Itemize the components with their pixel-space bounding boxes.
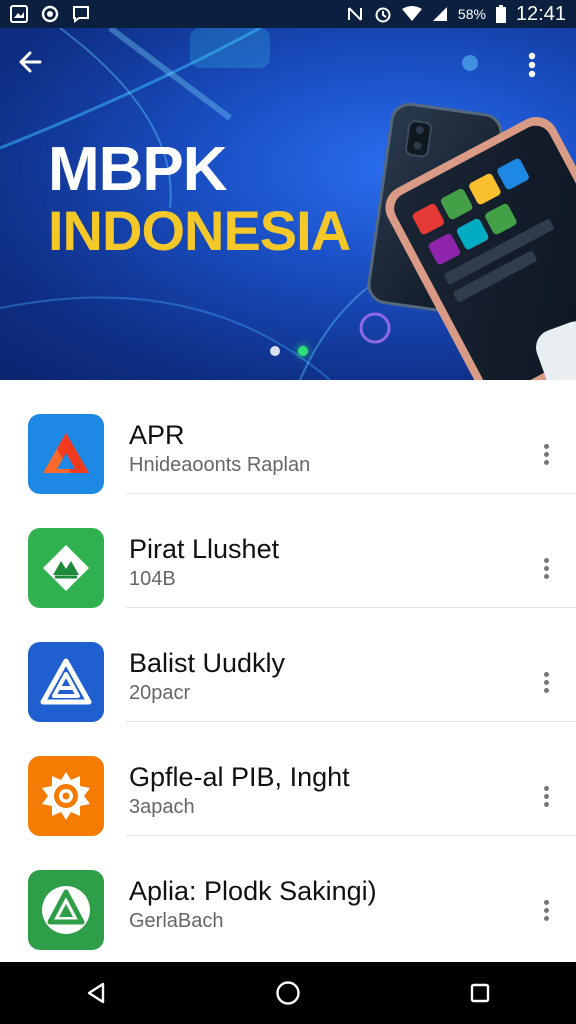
app-name: APR <box>129 420 185 450</box>
recents-square-icon <box>470 983 490 1003</box>
app-name: Gpfle-al PIB, Inght <box>129 762 350 792</box>
app-name: Balist Uudkly <box>129 648 286 678</box>
nav-back-button[interactable] <box>66 968 126 1018</box>
message-icon <box>72 5 90 23</box>
back-triangle-icon <box>87 982 105 1004</box>
list-item-app-5[interactable]: Aplia: Plodk Sakingi) GerlaBach <box>0 836 576 950</box>
gallery-icon <box>10 5 28 23</box>
more-vert-icon[interactable] <box>532 664 560 700</box>
status-right-icons: 58% 12:41 <box>346 3 566 26</box>
app-subtitle: Hnideaoonts Raplan <box>129 454 311 476</box>
more-vert-icon[interactable] <box>532 550 560 586</box>
hero-title-line2: INDONESIA <box>48 199 351 262</box>
more-vert-icon[interactable] <box>532 436 560 472</box>
more-vert-icon[interactable] <box>532 778 560 814</box>
hero-banner[interactable]: MBPK INDONESIA <box>0 28 576 380</box>
alarm-icon <box>374 5 392 23</box>
app-name: Aplia: Plodk Sakingi) <box>129 876 377 906</box>
carousel-dot-2[interactable] <box>298 346 308 356</box>
app-subtitle: 3apach <box>129 796 195 818</box>
list-item-app-2[interactable]: Pirat Llushet 104B <box>0 494 576 608</box>
more-vert-icon[interactable] <box>532 892 560 928</box>
gear-target-icon <box>28 756 104 836</box>
mountain-diamond-icon <box>28 528 104 608</box>
nav-recents-button[interactable] <box>450 968 510 1018</box>
triangle-a-icon <box>28 642 104 722</box>
carousel-indicator[interactable] <box>270 346 308 356</box>
signal-icon <box>432 6 448 22</box>
app-list: APR Hnideaoonts Raplan Pirat Llushet 104… <box>0 380 576 950</box>
circle-triangle-icon <box>28 870 104 950</box>
clock: 12:41 <box>515 2 566 25</box>
carousel-dot-1[interactable] <box>270 346 280 356</box>
overflow-menu-button[interactable] <box>528 52 560 92</box>
app-subtitle: 20pacr <box>129 682 191 704</box>
settings-circle-icon <box>40 4 60 24</box>
hero-title-line1: MBPK <box>48 135 228 204</box>
nav-home-button[interactable] <box>258 968 318 1018</box>
battery-text: 58% <box>457 6 486 22</box>
home-circle-icon <box>276 981 300 1005</box>
more-vert-icon <box>528 52 536 78</box>
app-name: Pirat Llushet <box>129 534 280 564</box>
status-bar: 58% 12:41 <box>0 0 576 28</box>
status-left-icons <box>10 4 90 24</box>
nfc-icon <box>346 5 364 23</box>
arrow-left-icon <box>19 51 42 73</box>
app-subtitle: 104B <box>129 568 176 590</box>
app-subtitle: GerlaBach <box>129 910 224 932</box>
system-nav-bar <box>0 962 576 1024</box>
list-item-app-3[interactable]: Balist Uudkly 20pacr <box>0 608 576 722</box>
list-item-app-1[interactable]: APR Hnideaoonts Raplan <box>0 380 576 494</box>
list-item-app-4[interactable]: Gpfle-al PIB, Inght 3apach <box>0 722 576 836</box>
drive-triangle-icon <box>28 414 104 494</box>
wifi-icon <box>401 6 422 22</box>
battery-icon <box>495 5 506 23</box>
back-button[interactable] <box>16 48 56 88</box>
